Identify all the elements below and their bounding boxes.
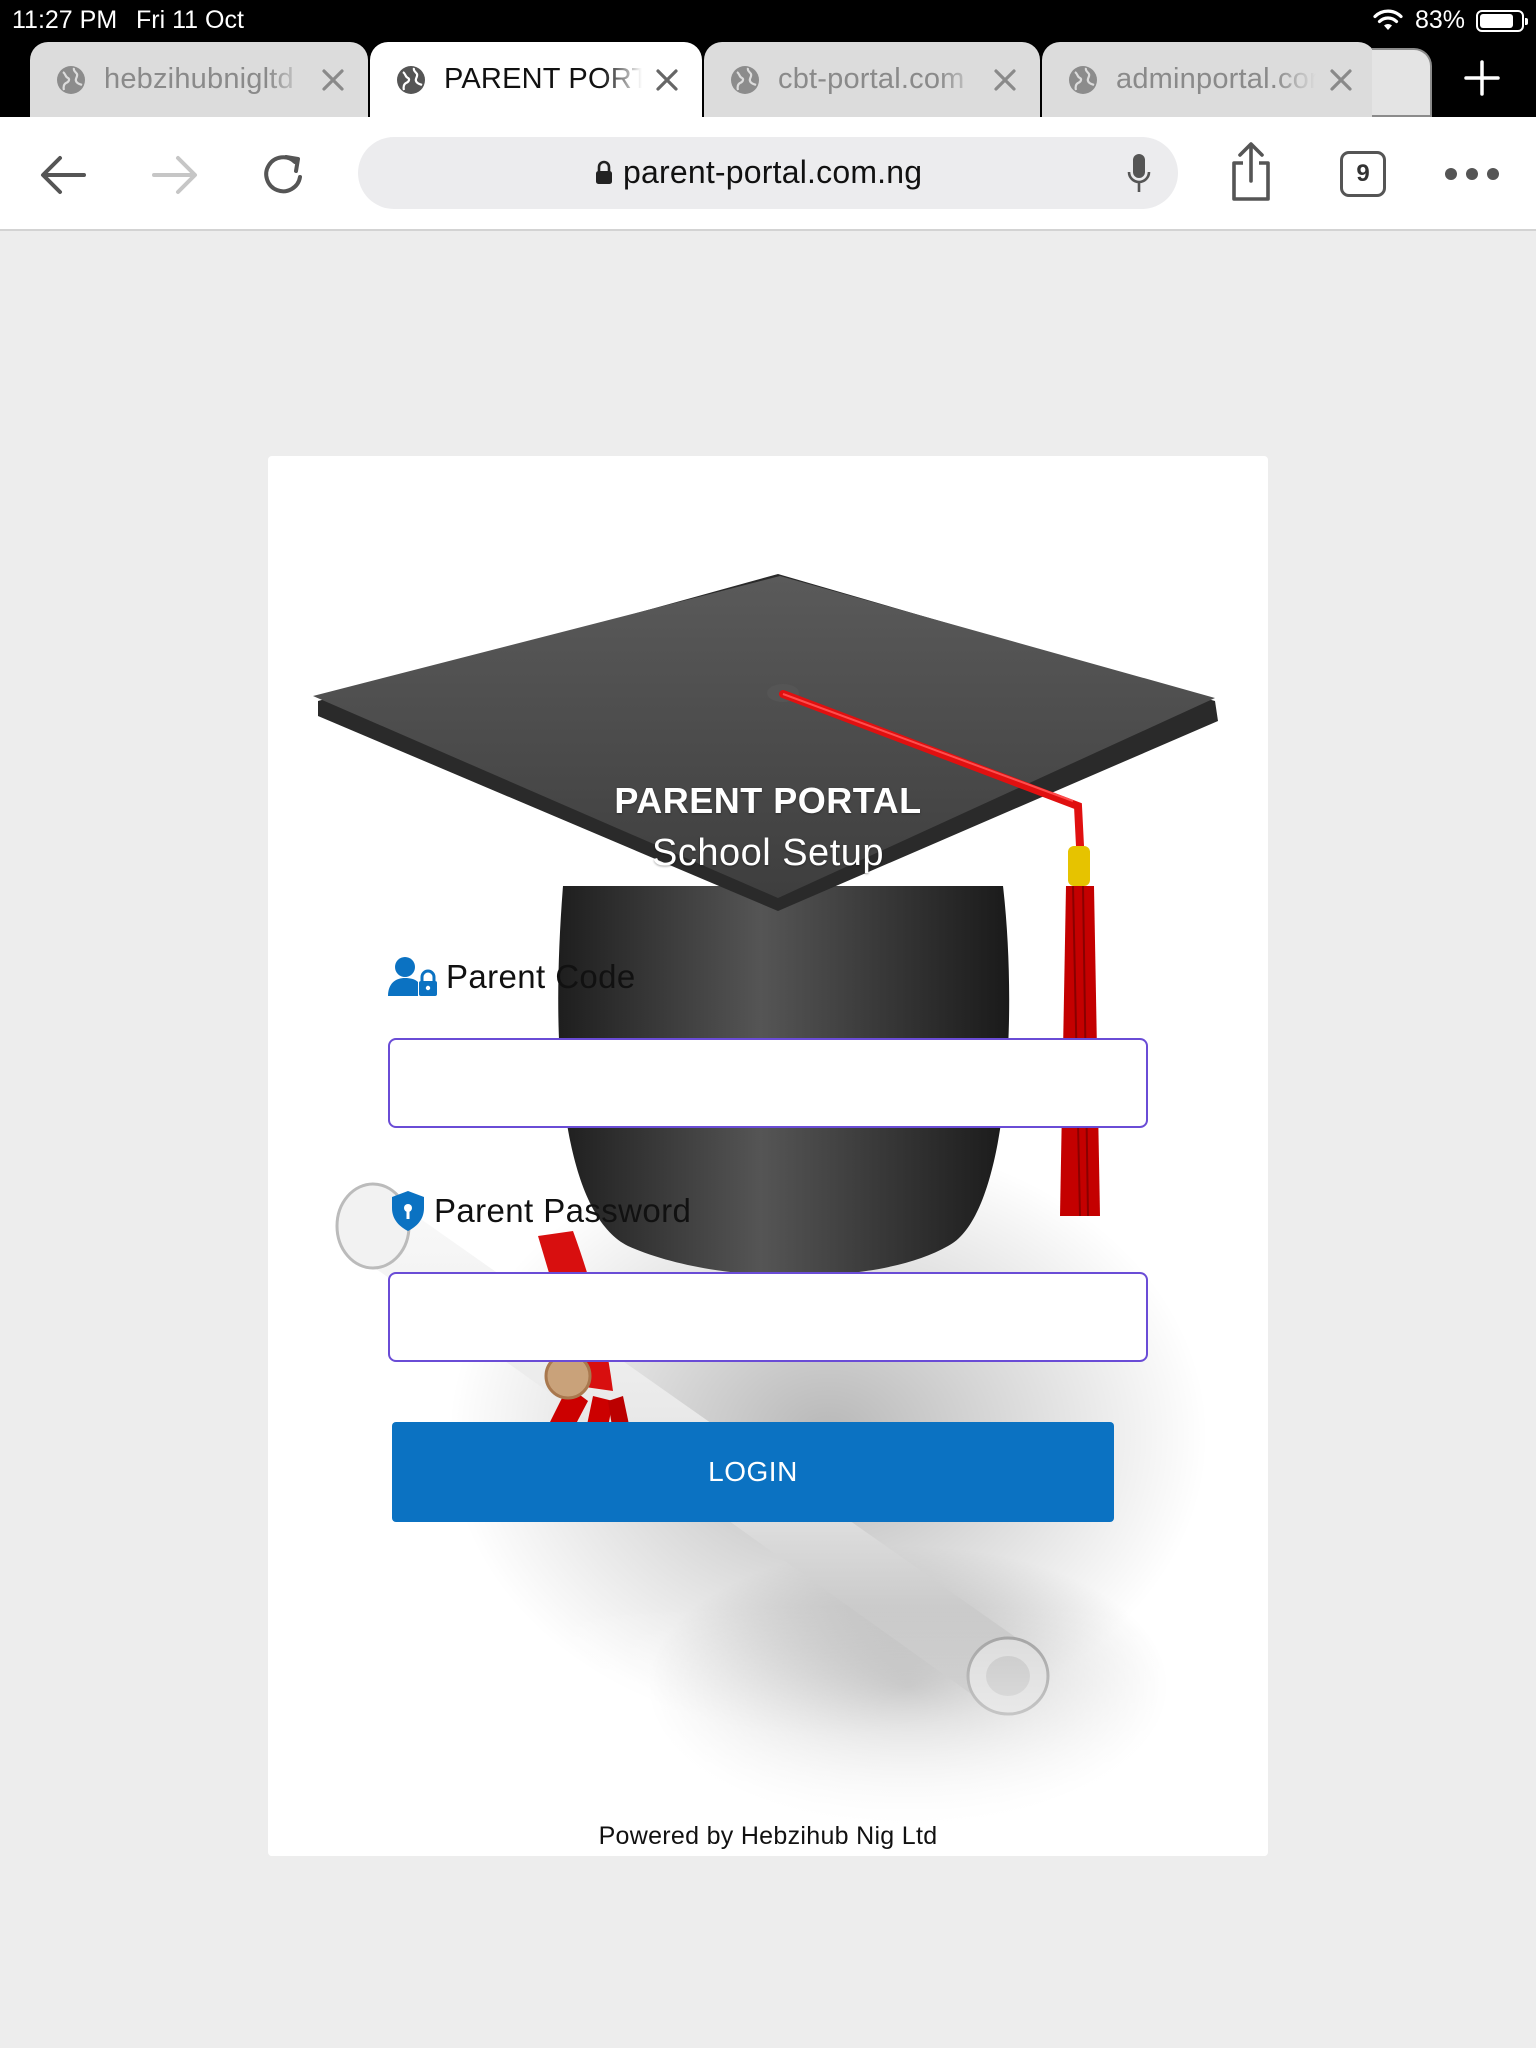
back-arrow-icon[interactable] bbox=[36, 147, 92, 203]
parent-password-label-text: Parent Password bbox=[434, 1192, 692, 1229]
portal-subtitle: School Setup bbox=[651, 832, 885, 874]
tab-hebzihubnigltd[interactable]: hebzihubnigltd bbox=[30, 42, 368, 117]
forward-arrow-icon[interactable] bbox=[146, 147, 202, 203]
reload-icon[interactable] bbox=[256, 147, 312, 203]
browser-toolbar: parent-portal.com.ng 9 bbox=[0, 117, 1536, 231]
globe-icon bbox=[1069, 65, 1097, 94]
shield-keyhole-icon bbox=[392, 1191, 424, 1231]
parent-code-label-text: Parent Code bbox=[446, 958, 636, 995]
address-bar[interactable]: parent-portal.com.ng bbox=[358, 137, 1178, 209]
globe-icon bbox=[397, 65, 425, 94]
close-icon[interactable] bbox=[654, 67, 680, 93]
close-icon[interactable] bbox=[320, 67, 346, 93]
graduation-cap-illustration bbox=[268, 574, 1268, 1856]
parent-password-input[interactable] bbox=[388, 1272, 1148, 1362]
login-button[interactable]: LOGIN bbox=[392, 1422, 1114, 1522]
battery-percent: 83% bbox=[1415, 6, 1466, 34]
status-time: 11:27 PM bbox=[12, 6, 118, 34]
portal-title: PARENT PORTAL bbox=[614, 780, 922, 821]
status-date: Fri 11 Oct bbox=[136, 6, 244, 34]
tab-count: 9 bbox=[1356, 160, 1370, 187]
microphone-icon[interactable] bbox=[1126, 152, 1152, 196]
tab-adminportal[interactable]: adminportal.com bbox=[1042, 42, 1376, 117]
user-lock-icon bbox=[388, 957, 437, 996]
powered-by-footer: Powered by Hebzihub Nig Ltd bbox=[598, 1822, 938, 1850]
tab-title: PARENT PORTAL bbox=[444, 63, 642, 95]
url-text: parent-portal.com.ng bbox=[623, 154, 923, 190]
plus-icon[interactable] bbox=[1460, 56, 1504, 100]
tab-title: hebzihubnigltd bbox=[104, 63, 294, 95]
tab-stack-indicator[interactable] bbox=[1372, 48, 1434, 117]
tab-strip: hebzihubnigltd PARENT PORTAL cbt-portal.… bbox=[0, 40, 1536, 117]
more-icon[interactable] bbox=[1444, 167, 1500, 181]
battery-icon bbox=[1476, 10, 1528, 32]
close-icon[interactable] bbox=[1328, 67, 1354, 93]
login-card: PARENT PORTAL School Setup Parent Code P… bbox=[268, 456, 1268, 1856]
parent-password-label: Parent Password bbox=[390, 1190, 691, 1232]
globe-icon bbox=[731, 65, 759, 94]
globe-icon bbox=[57, 65, 85, 94]
share-icon[interactable] bbox=[1226, 141, 1276, 203]
tab-parent-portal[interactable]: PARENT PORTAL bbox=[370, 42, 702, 117]
lock-icon bbox=[596, 160, 612, 184]
parent-code-label: Parent Code bbox=[388, 956, 636, 998]
wifi-icon bbox=[1373, 9, 1403, 30]
tab-cbt-portal[interactable]: cbt-portal.com bbox=[704, 42, 1040, 117]
tab-title: cbt-portal.com bbox=[778, 63, 965, 95]
tab-count-button[interactable]: 9 bbox=[1340, 151, 1386, 197]
status-bar: 11:27 PM Fri 11 Oct 83% bbox=[0, 0, 1536, 40]
tab-title: adminportal.com bbox=[1116, 63, 1316, 95]
close-icon[interactable] bbox=[992, 67, 1018, 93]
parent-code-input[interactable] bbox=[388, 1038, 1148, 1128]
